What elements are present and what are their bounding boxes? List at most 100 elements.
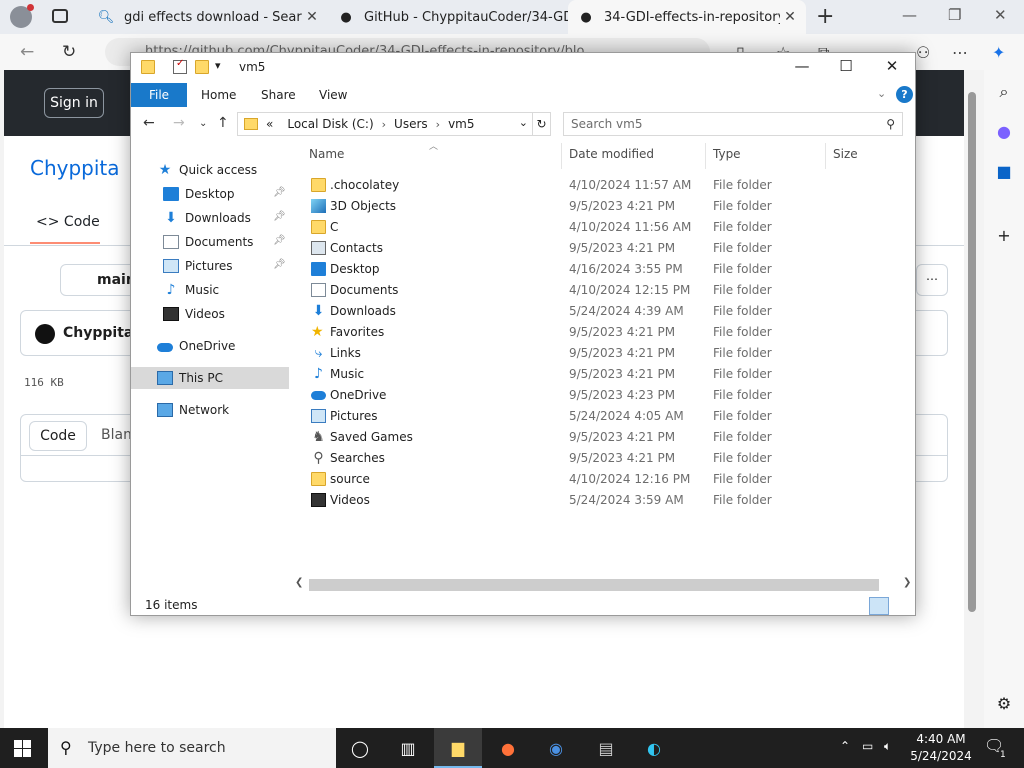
close-tab-icon[interactable]: ✕ [780,9,800,25]
profile-avatar[interactable] [10,4,34,28]
add-app-icon[interactable]: + [994,226,1014,246]
horizontal-scrollbar[interactable]: ❮ ❯ [291,577,915,593]
details-view-icon[interactable] [869,597,889,615]
new-tab-icon[interactable]: + [816,4,834,29]
sidebar-item-downloads[interactable]: ⬇ Downloads 📌︎ [131,207,289,229]
sidebar-item-documents[interactable]: Documents 📌︎ [131,231,289,253]
sidebar-item-pictures[interactable]: Pictures 📌︎ [131,255,289,277]
sidebar-item-music[interactable]: ♪ Music [131,279,289,301]
page-scrollbar[interactable] [966,78,978,718]
tab-view[interactable]: View [319,88,347,102]
restore-icon[interactable]: ❐ [948,6,961,24]
table-row[interactable]: ⚲ Searches 9/5/2023 4:21 PM File folder [305,448,895,469]
maximize-icon[interactable]: ☐ [831,57,861,75]
column-divider[interactable] [561,143,562,169]
browser-tab-search[interactable]: 🔍︎ gdi effects download - Search ✕ [88,0,328,34]
table-row[interactable]: Videos 5/24/2024 3:59 AM File folder [305,490,895,511]
close-window-icon[interactable]: ✕ [994,6,1007,24]
firefox-icon[interactable]: ● [484,728,532,768]
scroll-left-icon[interactable]: ❮ [295,577,303,588]
scrollbar-thumb[interactable] [309,579,879,591]
windows-start-icon[interactable] [14,740,32,758]
table-row[interactable]: ♪ Music 9/5/2023 4:21 PM File folder [305,364,895,385]
chevron-right-icon[interactable]: › [436,118,440,131]
sidebar-item-desktop[interactable]: Desktop 📌︎ [131,183,289,205]
table-row[interactable]: Documents 4/10/2024 12:15 PM File folder [305,280,895,301]
chevron-down-icon[interactable]: ⌄ [519,116,528,129]
breadcrumb[interactable]: « Local Disk (C:) › Users › vm5 ⌄ [237,112,533,136]
cortana-icon[interactable]: ◯ [336,728,384,768]
properties-icon[interactable] [173,58,187,74]
browser-tab-github-file[interactable]: ● 34-GDI-effects-in-repository/inv ✕ [568,0,806,34]
column-header-type[interactable]: Type [713,147,741,167]
minimize-icon[interactable]: — [787,57,817,75]
help-icon[interactable]: ? [896,86,913,103]
table-row[interactable]: Contacts 9/5/2023 4:21 PM File folder [305,238,895,259]
table-row[interactable]: Pictures 5/24/2024 4:05 AM File folder [305,406,895,427]
tab-code[interactable]: <> Code [36,214,100,230]
refresh-icon[interactable]: ↻ [533,112,551,136]
table-row[interactable]: .chocolatey 4/10/2024 11:57 AM File folder [305,175,895,196]
table-row[interactable]: ⤷ Links 9/5/2023 4:21 PM File folder [305,343,895,364]
close-icon[interactable]: ✕ [877,57,907,75]
copilot-icon[interactable]: ✦ [992,43,1005,62]
browser-tab-github-repo[interactable]: ● GitHub - ChyppitauCoder/34-GD [328,0,568,34]
large-icons-view-icon[interactable] [891,597,911,615]
chevron-up-icon[interactable]: ⌃ [840,739,850,753]
extensions-icon[interactable]: ⚇ [916,43,930,62]
file-explorer-taskbar-icon[interactable]: ▆ [434,728,482,768]
column-header-name[interactable]: Name [309,147,344,167]
chrome-icon[interactable]: ◉ [532,728,580,768]
minimize-icon[interactable]: — [902,6,917,24]
breadcrumb-overflow[interactable]: « [266,117,273,131]
branch-selector[interactable]: main [60,264,140,296]
search-input[interactable]: Search vm5 ⚲ [563,112,903,136]
task-view-icon[interactable]: ▥ [384,728,432,768]
breadcrumb-item[interactable]: vm5 [448,117,474,131]
tab-share[interactable]: Share [261,88,296,102]
table-row[interactable]: 3D Objects 9/5/2023 4:21 PM File folder [305,196,895,217]
more-menu-icon[interactable]: ⋯ [952,43,968,62]
forward-icon[interactable]: → [173,115,185,131]
code-view-button[interactable]: Code [29,421,87,451]
tab-file[interactable]: File [131,83,187,107]
network-icon[interactable]: ▭ [862,739,873,753]
table-row[interactable]: ★ Favorites 9/5/2023 4:21 PM File folder [305,322,895,343]
back-icon[interactable]: ← [20,42,34,62]
breadcrumb-item[interactable]: Users [394,117,428,131]
repo-title[interactable]: Chyppita [30,156,120,180]
nav-onedrive[interactable]: OneDrive [131,335,289,357]
more-options-button[interactable]: ⋯ [916,264,948,296]
column-divider[interactable] [825,143,826,169]
customize-toolbar-icon[interactable]: ▾ [215,59,221,72]
edge-icon[interactable]: ◐ [630,728,678,768]
close-tab-icon[interactable]: ✕ [302,9,322,25]
up-icon[interactable]: ↑ [217,115,229,131]
scroll-right-icon[interactable]: ❯ [903,577,911,588]
refresh-icon[interactable]: ↻ [62,42,76,62]
breadcrumb-item[interactable]: Local Disk (C:) [287,117,373,131]
volume-muted-icon[interactable]: 🔈︎ [884,739,891,754]
table-row[interactable]: ♞ Saved Games 9/5/2023 4:21 PM File folder [305,427,895,448]
search-icon[interactable]: ⌕ [994,82,1014,102]
table-row[interactable]: C 4/10/2024 11:56 AM File folder [305,217,895,238]
column-header-date[interactable]: Date modified [569,147,654,167]
table-row[interactable]: OneDrive 9/5/2023 4:23 PM File folder [305,385,895,406]
copilot-app-icon[interactable]: ● [994,122,1014,142]
gear-icon[interactable]: ⚙ [994,694,1014,714]
column-header-size[interactable]: Size [833,147,858,167]
chevron-right-icon[interactable]: › [382,118,386,131]
nav-network[interactable]: Network [131,399,289,421]
sidebar-item-videos[interactable]: Videos [131,303,289,325]
clock[interactable]: 4:40 AM 5/24/2024 [908,731,974,765]
table-row[interactable]: Desktop 4/16/2024 3:55 PM File folder [305,259,895,280]
scrollbar-thumb[interactable] [968,92,976,612]
table-row[interactable]: source 4/10/2024 12:16 PM File folder [305,469,895,490]
outlook-icon[interactable]: ■ [994,162,1014,182]
tab-actions-icon[interactable] [52,9,68,23]
remote-desktop-icon[interactable]: ▤ [582,728,630,768]
new-folder-icon[interactable] [195,60,209,74]
tab-home[interactable]: Home [201,88,236,102]
nav-quick-access[interactable]: ★ Quick access [131,159,289,181]
nav-this-pc[interactable]: This PC [131,367,289,389]
